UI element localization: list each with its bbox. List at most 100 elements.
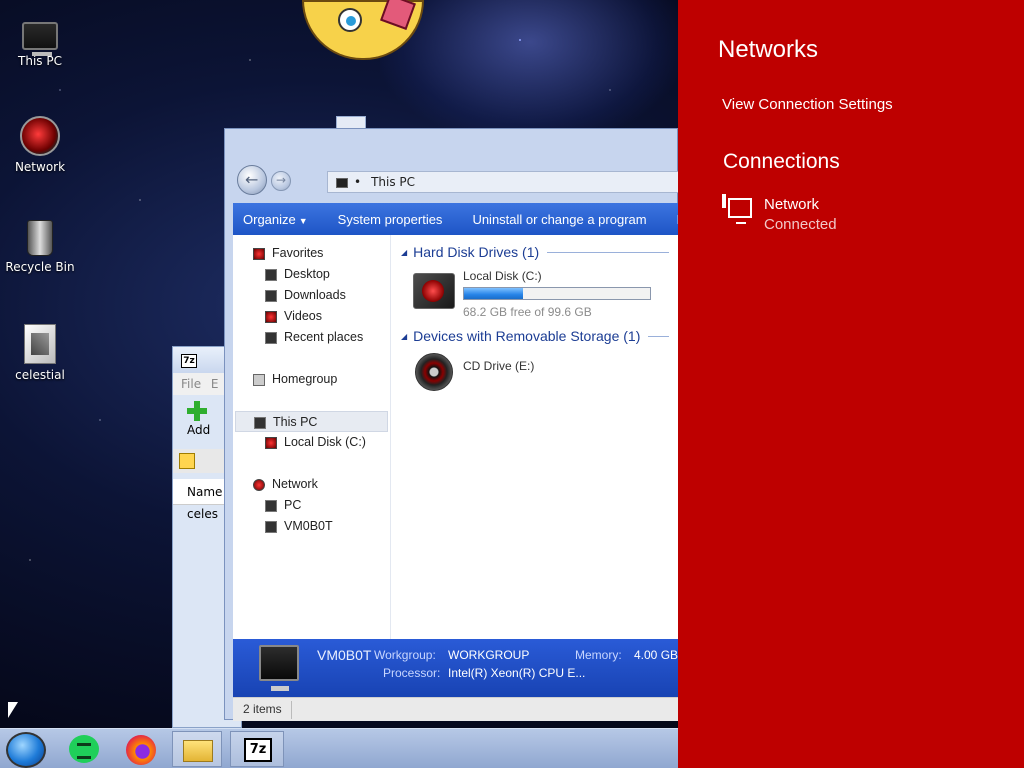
workgroup-value: WORKGROUP: [448, 648, 530, 662]
group-header-removable[interactable]: ◢ Devices with Removable Storage (1): [401, 325, 669, 347]
desktop-icon-label: This PC: [18, 54, 62, 68]
nav-label: Desktop: [284, 267, 330, 281]
favorites-icon: [253, 247, 265, 260]
taskbar-notes-app[interactable]: [60, 731, 110, 767]
nav-vm0b0t[interactable]: VM0B0T: [233, 516, 390, 537]
breadcrumb-this-pc[interactable]: This PC: [371, 175, 415, 189]
taskbar-firefox[interactable]: [116, 731, 166, 767]
explorer-body: Favorites Desktop Downloads Videos Recen…: [233, 235, 679, 639]
details-pane: VM0B0T Workgroup: WORKGROUP Memory: 4.00…: [233, 639, 679, 697]
this-pc-icon: [22, 22, 58, 56]
add-plus-icon: [187, 401, 207, 421]
start-button[interactable]: [6, 732, 46, 768]
connection-item-network[interactable]: Network Connected: [722, 194, 1002, 238]
nav-label: Homegroup: [272, 372, 338, 386]
back-button[interactable]: ←: [237, 165, 267, 195]
wired-network-icon: [728, 198, 752, 224]
desktop-icon-celestial[interactable]: celestial: [1, 324, 79, 382]
forward-button[interactable]: →: [271, 171, 291, 191]
drive-cd-e[interactable]: CD Drive (E:): [401, 347, 669, 401]
file-name: celes: [187, 507, 218, 521]
desktop-icon-label: Network: [14, 160, 66, 174]
memory-value: 4.00 GB: [634, 648, 679, 662]
menu-edit[interactable]: E: [211, 377, 219, 391]
command-bar: Organize ▼ System properties Uninstall or…: [233, 203, 679, 235]
group-divider: [547, 251, 669, 253]
nav-recent-places[interactable]: Recent places: [233, 327, 390, 348]
system-properties-button[interactable]: System properties: [323, 212, 458, 227]
cd-drive-icon: [415, 353, 453, 391]
file-icon: [24, 324, 56, 364]
desktop-icon-network[interactable]: Network: [1, 116, 79, 174]
desktop-icon-this-pc[interactable]: This PC: [1, 14, 79, 68]
nav-desktop[interactable]: Desktop: [233, 264, 390, 285]
collapse-triangle-icon: ◢: [401, 331, 408, 341]
videos-icon: [265, 310, 277, 323]
content-pane: ◢ Hard Disk Drives (1) Local Disk (C:) 68…: [391, 235, 679, 639]
drive-name: Local Disk (C:): [463, 269, 542, 283]
character-ribbon: [380, 0, 416, 30]
nav-favorites[interactable]: Favorites: [233, 243, 390, 264]
organize-button[interactable]: Organize ▼: [233, 212, 323, 227]
explorer-window[interactable]: ← → • This PC Organize ▼ System properties…: [224, 128, 679, 721]
nav-label: Favorites: [272, 246, 324, 260]
processor-value: Intel(R) Xeon(R) CPU E...: [448, 666, 586, 680]
forward-arrow-icon: →: [276, 173, 287, 187]
status-bar: 2 items: [233, 697, 679, 721]
drive-name: CD Drive (E:): [463, 359, 535, 373]
taskbar: 7z: [0, 728, 678, 768]
mouse-cursor-icon: [8, 702, 18, 718]
map-drive-button[interactable]: Map: [662, 212, 679, 227]
computer-icon: [265, 499, 277, 512]
taskbar-7zip[interactable]: 7z: [230, 731, 284, 767]
desktop-icon-recycle-bin[interactable]: Recycle Bin: [1, 220, 79, 274]
folder-icon: [183, 740, 213, 762]
computer-icon: [265, 520, 277, 533]
memory-label: Memory:: [575, 648, 622, 662]
back-arrow-icon: ←: [245, 170, 259, 189]
desktop-icon: [265, 268, 277, 281]
pc-icon: [336, 177, 348, 188]
group-title: Devices with Removable Storage (1): [413, 328, 641, 344]
recycle-bin-icon: [27, 220, 53, 256]
ethernet-plug-icon: [722, 194, 726, 208]
network-icon: [20, 116, 60, 156]
menu-file[interactable]: File: [181, 377, 201, 391]
network-icon: [253, 478, 265, 491]
group-title: Hard Disk Drives (1): [413, 244, 540, 260]
chevron-down-icon: ▼: [298, 215, 308, 226]
hard-drive-icon: [413, 273, 455, 309]
nav-network[interactable]: Network: [233, 474, 390, 495]
nav-pc[interactable]: PC: [233, 495, 390, 516]
wallpaper-nebula: [380, 0, 680, 140]
uninstall-program-button[interactable]: Uninstall or change a program: [457, 212, 661, 227]
workgroup-label: Workgroup:: [374, 648, 436, 662]
sevenzip-icon: 7z: [244, 738, 272, 762]
group-header-hard-disk[interactable]: ◢ Hard Disk Drives (1): [401, 241, 669, 263]
nav-label: Network: [272, 477, 318, 491]
nav-videos[interactable]: Videos: [233, 306, 390, 327]
connections-header: Connections: [723, 150, 840, 173]
navigation-pane: Favorites Desktop Downloads Videos Recen…: [233, 235, 391, 639]
item-count: 2 items: [243, 702, 282, 716]
taskbar-file-explorer[interactable]: [172, 731, 222, 767]
drive-local-disk-c[interactable]: Local Disk (C:) 68.2 GB free of 99.6 GB: [401, 263, 669, 325]
collapse-triangle-icon: ◢: [401, 247, 408, 257]
view-connection-settings-link[interactable]: View Connection Settings: [722, 96, 893, 113]
address-bar[interactable]: • This PC: [327, 171, 679, 193]
sevenzip-logo-icon: 7z: [181, 354, 197, 368]
drive-usage-bar: [463, 287, 651, 300]
nav-label: Videos: [284, 309, 322, 323]
group-divider: [648, 335, 669, 337]
processor-label: Processor:: [383, 666, 441, 680]
nav-homegroup[interactable]: Homegroup: [233, 369, 390, 390]
this-pc-icon: [254, 416, 266, 429]
nav-label: This PC: [273, 415, 318, 429]
nav-downloads[interactable]: Downloads: [233, 285, 390, 306]
navigation-bar: ← → • This PC: [225, 129, 679, 195]
nav-label: Downloads: [284, 288, 346, 302]
nav-local-disk[interactable]: Local Disk (C:): [233, 432, 390, 453]
up-folder-icon[interactable]: [179, 453, 195, 469]
networks-flyout: Networks View Connection Settings Connec…: [678, 0, 1024, 768]
nav-this-pc[interactable]: This PC: [235, 411, 388, 432]
